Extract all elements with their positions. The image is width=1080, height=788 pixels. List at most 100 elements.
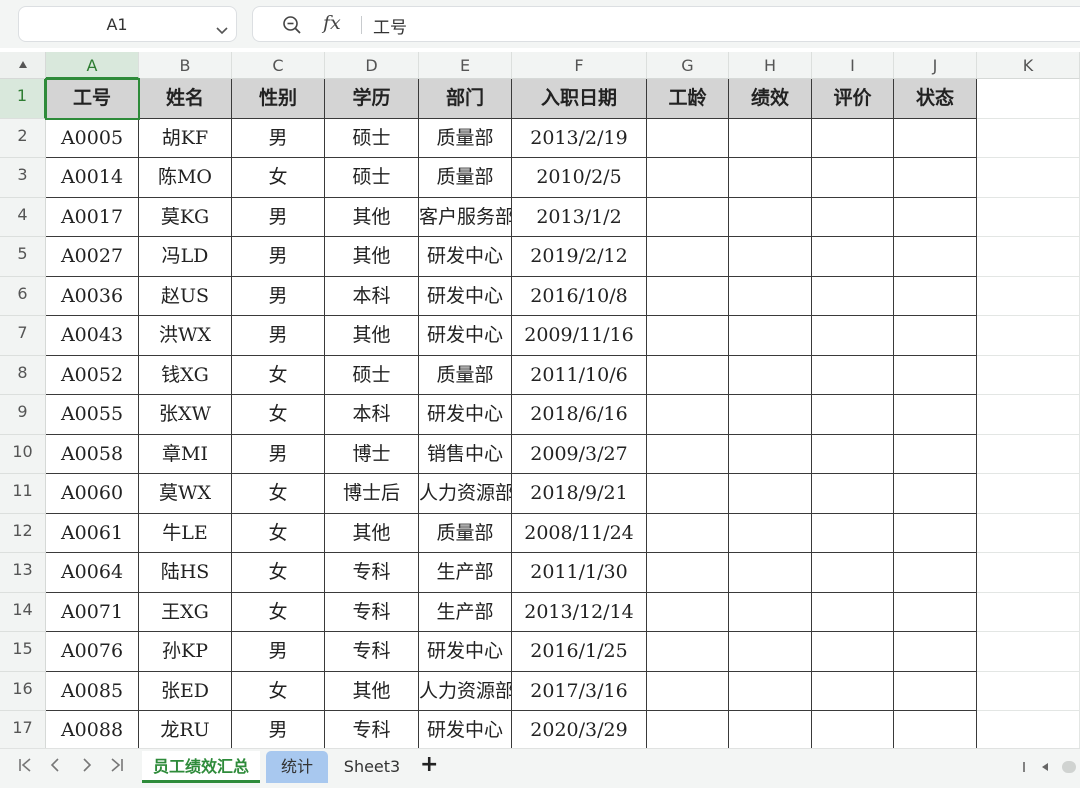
table-cell[interactable]: 销售中心 [419, 434, 512, 474]
table-cell[interactable]: 男 [232, 434, 325, 474]
spreadsheet-grid[interactable]: A B C D E F G H I J K 1 2 3 4 5 6 7 8 9 10 11 12 13 14 15 16 17 工号 姓名… [0, 52, 1080, 748]
table-cell[interactable]: 2019/2/12 [512, 237, 647, 277]
table-cell[interactable]: A0027 [46, 237, 139, 277]
table-cell[interactable] [812, 355, 894, 395]
table-cell[interactable] [812, 711, 894, 748]
row-header-17[interactable]: 17 [0, 711, 46, 748]
table-cell[interactable] [894, 118, 977, 158]
table-cell[interactable]: A0058 [46, 434, 139, 474]
table-cell[interactable] [729, 553, 812, 593]
table-cell[interactable]: 2018/9/21 [512, 474, 647, 514]
table-cell[interactable]: 洪WX [139, 316, 232, 356]
table-cell[interactable]: 2017/3/16 [512, 671, 647, 711]
table-cell[interactable] [647, 513, 729, 553]
header-cell[interactable]: 部门 [419, 79, 512, 119]
table-cell[interactable] [894, 237, 977, 277]
table-cell[interactable]: A0085 [46, 671, 139, 711]
table-cell[interactable]: 其他 [325, 197, 419, 237]
table-cell[interactable]: 研发中心 [419, 316, 512, 356]
table-cell[interactable] [729, 474, 812, 514]
table-cell[interactable] [729, 592, 812, 632]
table-cell[interactable] [894, 158, 977, 198]
table-cell[interactable] [729, 118, 812, 158]
column-header-e[interactable]: E [419, 52, 512, 79]
table-cell[interactable] [812, 276, 894, 316]
table-cell[interactable]: 陈MO [139, 158, 232, 198]
table-cell[interactable]: 女 [232, 158, 325, 198]
table-cell[interactable]: 2016/1/25 [512, 632, 647, 672]
empty-cell[interactable] [977, 513, 1080, 553]
empty-cell[interactable] [977, 79, 1080, 119]
table-cell[interactable]: 研发中心 [419, 632, 512, 672]
table-cell[interactable]: 陆HS [139, 553, 232, 593]
zoom-out-icon[interactable] [282, 15, 302, 39]
table-cell[interactable] [647, 316, 729, 356]
table-cell[interactable]: 本科 [325, 395, 419, 435]
table-cell[interactable]: 生产部 [419, 592, 512, 632]
row-header-13[interactable]: 13 [0, 553, 46, 593]
sheet-tab-summary[interactable]: 员工绩效汇总 [142, 751, 260, 783]
empty-cell[interactable] [977, 553, 1080, 593]
prev-sheet-icon[interactable] [48, 757, 62, 773]
table-cell[interactable]: A0014 [46, 158, 139, 198]
select-all-corner[interactable] [0, 52, 46, 79]
last-sheet-icon[interactable] [108, 757, 124, 773]
column-header-c[interactable]: C [232, 52, 325, 79]
column-header-i[interactable]: I [812, 52, 894, 79]
table-cell[interactable]: 2016/10/8 [512, 276, 647, 316]
table-cell[interactable] [647, 276, 729, 316]
table-cell[interactable]: 硕士 [325, 158, 419, 198]
table-cell[interactable]: 2013/1/2 [512, 197, 647, 237]
table-cell[interactable] [894, 395, 977, 435]
row-header-7[interactable]: 7 [0, 316, 46, 356]
empty-cell[interactable] [977, 276, 1080, 316]
table-cell[interactable]: 冯LD [139, 237, 232, 277]
empty-cell[interactable] [977, 158, 1080, 198]
table-cell[interactable] [729, 276, 812, 316]
table-cell[interactable] [812, 474, 894, 514]
table-cell[interactable] [647, 632, 729, 672]
table-cell[interactable]: 男 [232, 711, 325, 748]
table-cell[interactable] [729, 632, 812, 672]
table-cell[interactable]: 2013/12/14 [512, 592, 647, 632]
table-cell[interactable] [812, 513, 894, 553]
empty-cell[interactable] [977, 197, 1080, 237]
table-cell[interactable]: 专科 [325, 711, 419, 748]
table-cell[interactable]: 2020/3/29 [512, 711, 647, 748]
table-cell[interactable]: 赵US [139, 276, 232, 316]
table-cell[interactable]: 其他 [325, 237, 419, 277]
table-cell[interactable] [894, 671, 977, 711]
empty-cell[interactable] [977, 711, 1080, 748]
fx-icon[interactable]: fx [323, 12, 341, 34]
table-cell[interactable] [647, 237, 729, 277]
table-cell[interactable] [647, 395, 729, 435]
table-cell[interactable]: 男 [232, 197, 325, 237]
row-header-15[interactable]: 15 [0, 632, 46, 672]
table-cell[interactable]: 硕士 [325, 355, 419, 395]
table-cell[interactable]: 男 [232, 237, 325, 277]
column-header-g[interactable]: G [647, 52, 729, 79]
table-cell[interactable]: 男 [232, 276, 325, 316]
column-header-d[interactable]: D [325, 52, 419, 79]
chevron-down-icon[interactable] [216, 20, 228, 39]
table-cell[interactable]: A0036 [46, 276, 139, 316]
table-cell[interactable]: 其他 [325, 671, 419, 711]
empty-cell[interactable] [977, 118, 1080, 158]
table-cell[interactable]: 人力资源部 [419, 474, 512, 514]
header-cell[interactable]: 状态 [894, 79, 977, 119]
table-cell[interactable] [647, 474, 729, 514]
table-cell[interactable]: 男 [232, 118, 325, 158]
table-cell[interactable]: 质量部 [419, 355, 512, 395]
table-cell[interactable] [812, 553, 894, 593]
table-cell[interactable]: 研发中心 [419, 395, 512, 435]
table-cell[interactable]: A0060 [46, 474, 139, 514]
table-cell[interactable]: 人力资源部 [419, 671, 512, 711]
table-cell[interactable]: 牛LE [139, 513, 232, 553]
table-cell[interactable] [729, 513, 812, 553]
name-box[interactable]: A1 [18, 6, 237, 42]
column-header-a[interactable]: A [46, 52, 139, 79]
table-cell[interactable]: A0088 [46, 711, 139, 748]
table-cell[interactable] [894, 474, 977, 514]
table-cell[interactable] [647, 158, 729, 198]
table-cell[interactable]: A0071 [46, 592, 139, 632]
